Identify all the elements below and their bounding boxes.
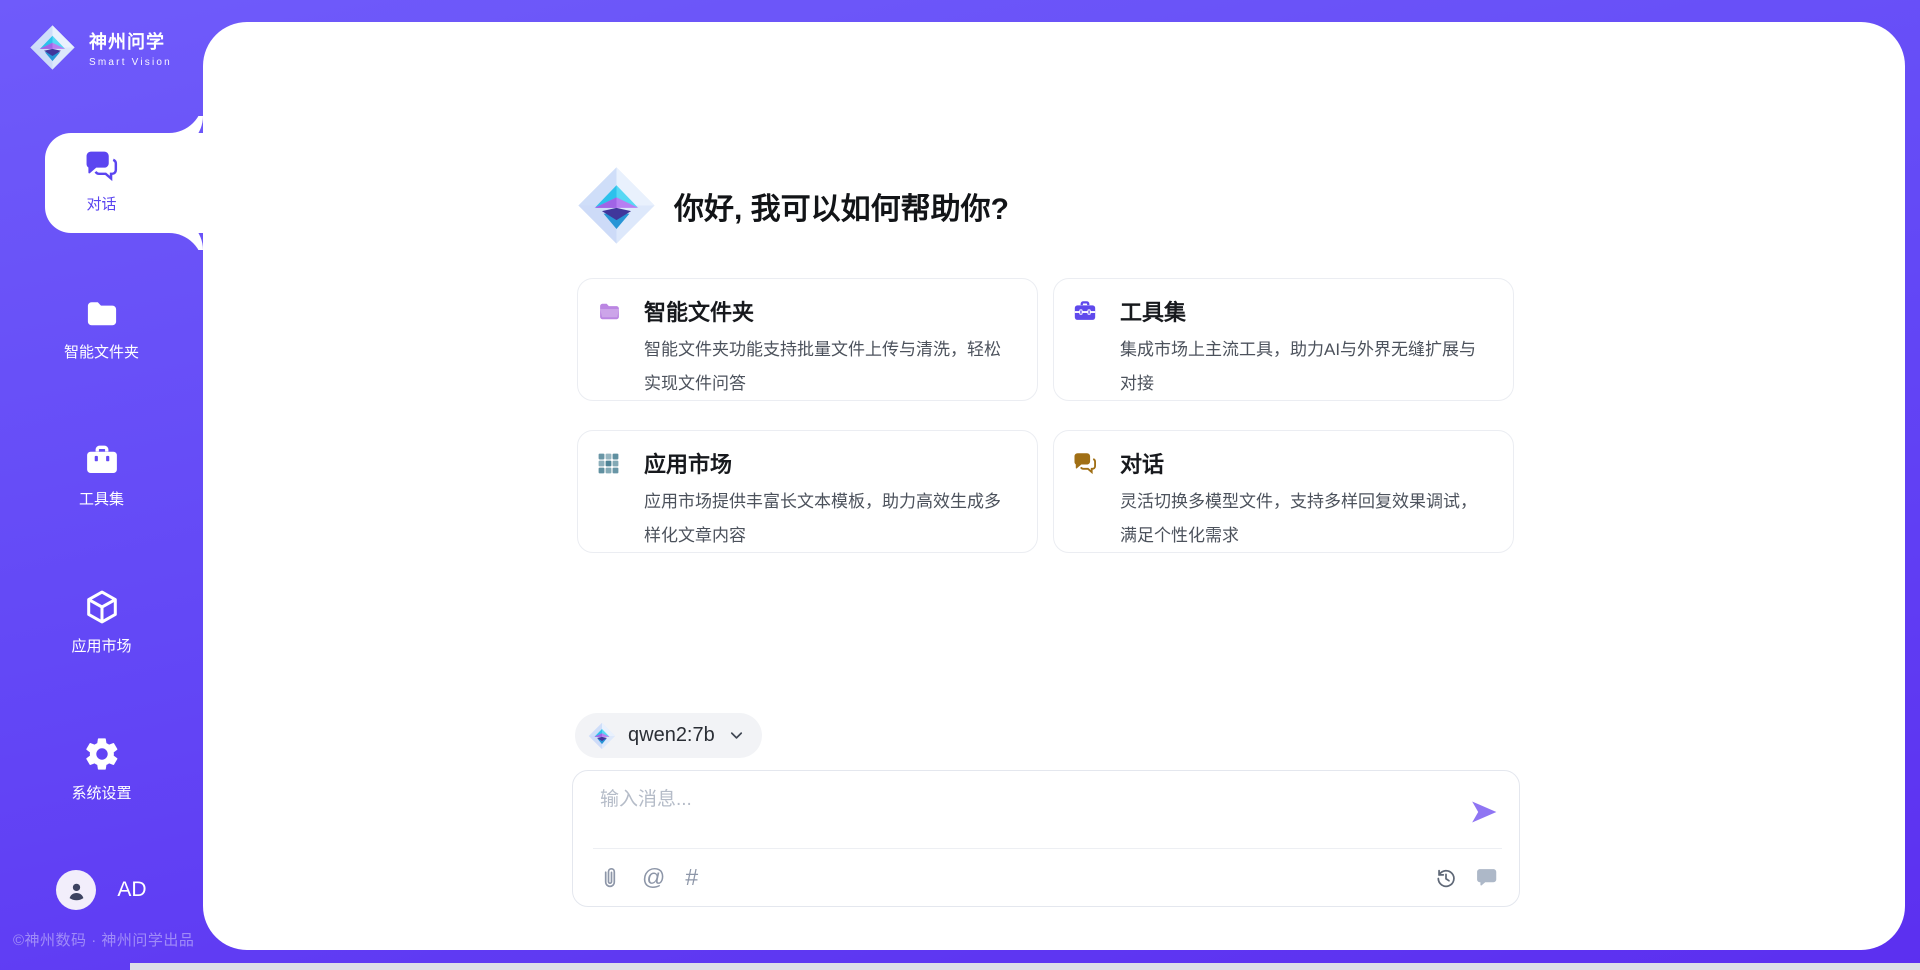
user-initials: AD xyxy=(117,878,146,902)
user-profile[interactable]: AD xyxy=(0,870,203,910)
folder-icon xyxy=(81,294,123,332)
gear-icon xyxy=(81,735,123,773)
sidebar-item-label: 对话 xyxy=(86,193,116,214)
hash-icon[interactable]: # xyxy=(685,864,698,891)
history-icon[interactable] xyxy=(1433,865,1459,891)
person-icon xyxy=(64,878,89,903)
card-title: 工具集 xyxy=(1120,295,1186,327)
sidebar-item-smart-folder[interactable]: 智能文件夹 xyxy=(0,294,203,362)
model-name: qwen2:7b xyxy=(628,724,715,747)
cube-icon xyxy=(81,588,123,626)
main-panel: 你好, 我可以如何帮助你? 智能文件夹 智能文件夹功能支持批量文件上传与清洗，轻… xyxy=(203,22,1905,950)
sidebar-item-label: 工具集 xyxy=(79,488,124,509)
card-description: 应用市场提供丰富长文本模板，助力高效生成多样化文章内容 xyxy=(644,485,1017,553)
chat-icon xyxy=(81,146,123,184)
card-description: 灵活切换多模型文件，支持多样回复效果调试，满足个性化需求 xyxy=(1120,485,1493,553)
card-description: 集成市场上主流工具，助力AI与外界无缝扩展与对接 xyxy=(1120,333,1493,401)
sidebar-item-settings[interactable]: 系统设置 xyxy=(0,735,203,803)
greeting-text: 你好, 我可以如何帮助你? xyxy=(674,184,1009,228)
feature-card-smart-folder[interactable]: 智能文件夹 智能文件夹功能支持批量文件上传与清洗，轻松实现文件问答 xyxy=(577,278,1038,401)
feature-card-toolset[interactable]: 工具集 集成市场上主流工具，助力AI与外界无缝扩展与对接 xyxy=(1053,278,1514,401)
avatar xyxy=(56,870,96,910)
sidebar-item-label: 应用市场 xyxy=(71,635,131,656)
bottom-strip xyxy=(130,963,1920,970)
feature-card-chat[interactable]: 对话 灵活切换多模型文件，支持多样回复效果调试，满足个性化需求 xyxy=(1053,430,1514,553)
brand-subtitle: Smart Vision xyxy=(89,57,172,68)
copyright-text: ©神州数码 · 神州问学出品 xyxy=(13,929,194,950)
comment-icon[interactable] xyxy=(1475,865,1500,890)
send-button[interactable] xyxy=(1470,799,1498,825)
card-title: 应用市场 xyxy=(644,447,732,479)
chevron-down-icon xyxy=(727,726,746,745)
toolbox-icon xyxy=(1072,298,1100,324)
model-selector[interactable]: qwen2:7b xyxy=(575,713,762,758)
sidebar-item-label: 智能文件夹 xyxy=(64,341,139,362)
card-title: 智能文件夹 xyxy=(644,295,754,327)
app-window: 你好, 我可以如何帮助你? 智能文件夹 智能文件夹功能支持批量文件上传与清洗，轻… xyxy=(0,0,1920,970)
toolbox-icon xyxy=(81,441,123,479)
greeting-block: 你好, 我可以如何帮助你? xyxy=(576,165,1009,246)
sidebar-item-toolset[interactable]: 工具集 xyxy=(0,441,203,509)
composer-toolbar: @ # xyxy=(598,848,1500,907)
feature-card-app-market[interactable]: 应用市场 应用市场提供丰富长文本模板，助力高效生成多样化文章内容 xyxy=(577,430,1038,553)
feature-cards: 智能文件夹 智能文件夹功能支持批量文件上传与清洗，轻松实现文件问答 工具集 集成… xyxy=(577,278,1514,553)
chat-icon xyxy=(1072,450,1100,476)
model-logo-icon xyxy=(588,722,616,750)
at-icon[interactable]: @ xyxy=(642,864,665,891)
sidebar-item-label: 系统设置 xyxy=(71,782,131,803)
sidebar-item-app-market[interactable]: 应用市场 xyxy=(0,588,203,656)
grid-icon xyxy=(596,450,624,476)
card-description: 智能文件夹功能支持批量文件上传与清洗，轻松实现文件问答 xyxy=(644,333,1017,401)
assistant-logo-icon xyxy=(576,165,657,246)
card-title: 对话 xyxy=(1120,447,1164,479)
send-icon xyxy=(1470,799,1498,825)
sidebar: 神州问学 Smart Vision 对话 智能文件夹 工具集 xyxy=(0,0,203,970)
folder-icon xyxy=(596,298,624,324)
sidebar-item-chat[interactable]: 对话 xyxy=(0,146,203,214)
message-input-box: @ # xyxy=(572,770,1520,907)
brand-logo-icon xyxy=(29,24,76,71)
brand-name: 神州问学 xyxy=(89,28,172,54)
brand: 神州问学 Smart Vision xyxy=(29,24,172,71)
attach-icon[interactable] xyxy=(598,866,622,890)
message-input[interactable] xyxy=(600,784,1430,842)
